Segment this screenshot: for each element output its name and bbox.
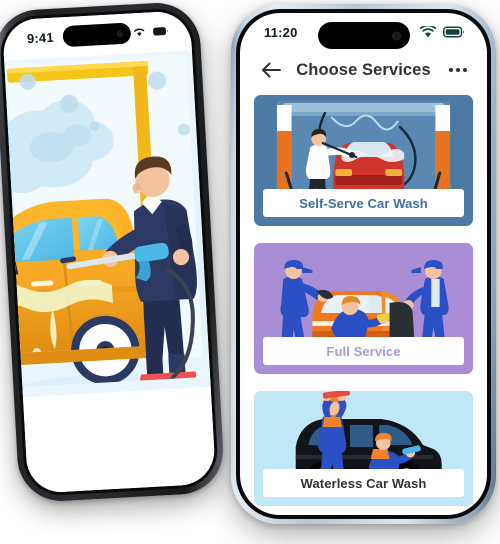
right-phone-screen: 11:20 Choose Services Self-Serve Car Was… [240, 13, 487, 515]
battery-icon [153, 26, 168, 36]
service-label-waterless-car-wash: Waterless Car Wash [263, 469, 464, 497]
app-bar: Choose Services [240, 51, 487, 93]
service-label-self-serve-car-wash: Self-Serve Car Wash [263, 189, 464, 217]
back-arrow-icon [262, 62, 281, 78]
page-title: Choose Services [296, 60, 431, 79]
left-phone-dynamic-island [62, 22, 132, 48]
illustration-car [1, 198, 149, 385]
wifi-icon [134, 28, 145, 37]
car-wash-illustration-svg [1, 10, 217, 494]
service-card-self-serve-car-wash[interactable]: Self-Serve Car Wash [254, 95, 473, 226]
left-phone-clock: 9:41 [26, 29, 55, 46]
front-camera-icon [116, 30, 123, 37]
front-camera-icon [391, 31, 401, 40]
right-phone-bezel: 11:20 Choose Services Self-Serve Car Was… [236, 9, 491, 519]
left-phone-device: 9:41 [0, 0, 226, 504]
mockup-stage: 9:41 11:20 Choose Services Self-Serve Ca… [0, 0, 500, 544]
service-card-list: Self-Serve Car Wash Full Service Waterle… [240, 93, 487, 506]
back-button[interactable] [260, 57, 290, 83]
left-phone-screen: 9:41 [1, 10, 217, 494]
right-phone-status-icons [420, 26, 465, 38]
right-phone-dynamic-island [317, 22, 410, 49]
wifi-icon [420, 26, 436, 38]
service-label-full-service: Full Service [263, 337, 464, 365]
service-card-full-service[interactable]: Full Service [254, 243, 473, 374]
service-card-waterless-car-wash[interactable]: Waterless Car Wash [254, 391, 473, 506]
more-dot-icon [449, 68, 453, 72]
left-phone-bezel: 9:41 [0, 6, 220, 498]
car-wash-illustration [1, 10, 217, 494]
more-dot-icon [463, 68, 467, 72]
more-dot-icon [456, 68, 460, 72]
right-phone-device: 11:20 Choose Services Self-Serve Car Was… [231, 4, 496, 524]
more-options-button[interactable] [437, 57, 467, 83]
battery-icon [443, 26, 464, 38]
right-phone-clock: 11:20 [264, 24, 298, 40]
